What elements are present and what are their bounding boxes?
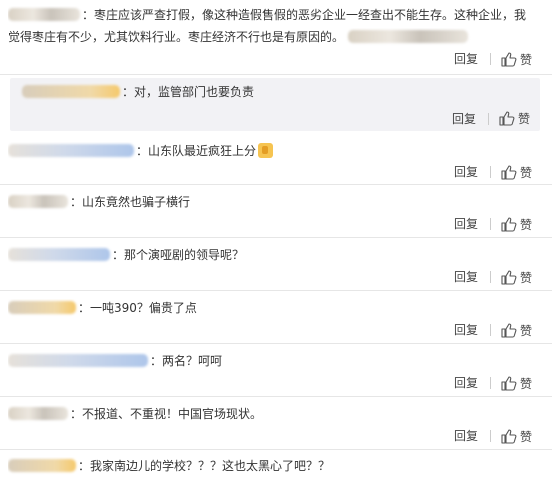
thumbs-up-icon — [501, 51, 517, 67]
like-button[interactable]: 赞 — [491, 269, 532, 286]
like-label: 赞 — [519, 323, 532, 338]
comment-item: ：两名？呵呵 回复 赞 — [0, 344, 552, 397]
reply-text: 对，监管部门也要负责 — [134, 85, 255, 99]
comment-item: ：我家南边儿的学校？？？这也太黑心了吧？？ — [0, 450, 552, 480]
like-button[interactable]: 赞 — [489, 110, 530, 127]
comment-text: 两名？呵呵 — [162, 354, 223, 368]
like-label: 赞 — [517, 112, 530, 126]
comment-text: 枣庄应该严查打假，像这种造假售假的恶劣企业一经查出不能生存。这种企业，我 — [94, 8, 527, 22]
reply-button[interactable]: 回复 — [454, 324, 491, 336]
blurred-username — [22, 85, 120, 98]
comment-item: ：一吨390？偏贵了点 回复 赞 — [0, 291, 552, 344]
blurred-username — [8, 144, 134, 157]
comment-line: ：我家南边儿的学校？？？这也太黑心了吧？？ — [8, 457, 532, 476]
comment-item: ：那个演哑剧的领导呢？ 回复 赞 — [0, 238, 552, 291]
like-button[interactable]: 赞 — [491, 375, 532, 392]
comment-text-continued: 觉得枣庄有不少，尤其饮料行业。枣庄经济不行也是有原因的。 — [8, 30, 345, 44]
comment-item: ：山东竟然也骗子横行 回复 赞 — [0, 185, 552, 238]
comment-actions: 回复 赞 — [454, 427, 532, 445]
blurred-username — [8, 301, 76, 314]
comment-line: ：不报道、不重视！中国官场现状。 — [8, 405, 532, 424]
comment-text: 山东竟然也骗子横行 — [82, 195, 191, 209]
like-label: 赞 — [519, 270, 532, 285]
thumbs-up-icon — [501, 428, 517, 444]
comment-text: 那个演哑剧的领导呢？ — [124, 248, 245, 262]
blurred-username — [8, 459, 76, 472]
comment-line: ：山东队最近疯狂上分 — [8, 142, 532, 161]
thumbs-up-emoji-icon — [258, 143, 274, 158]
reply-button[interactable]: 回复 — [452, 112, 489, 125]
comment-actions: 回复 赞 — [454, 163, 532, 181]
reply-button[interactable]: 回复 — [454, 377, 491, 389]
reply-button[interactable]: 回复 — [454, 218, 491, 230]
like-label: 赞 — [519, 429, 532, 444]
comment-item: ：不报道、不重视！中国官场现状。 回复 赞 — [0, 397, 552, 450]
like-label: 赞 — [519, 52, 532, 67]
like-label: 赞 — [519, 217, 532, 232]
reply-button[interactable]: 回复 — [454, 430, 491, 442]
comment-item: ：枣庄应该严查打假，像这种造假售假的恶劣企业一经查出不能生存。这种企业，我 觉得… — [0, 0, 552, 75]
comment-line: ：两名？呵呵 — [8, 352, 532, 371]
like-button[interactable]: 赞 — [491, 216, 532, 233]
thumbs-up-icon — [499, 111, 515, 126]
like-label: 赞 — [519, 376, 532, 391]
thumbs-up-icon — [501, 216, 517, 232]
reply-button[interactable]: 回复 — [454, 166, 491, 178]
like-label: 赞 — [519, 165, 532, 180]
comment-text: 山东队最近疯狂上分 — [148, 144, 257, 158]
comment-text: 一吨390？偏贵了点 — [90, 301, 197, 315]
comment-actions: 回复 赞 — [454, 268, 532, 286]
comment-actions: 回复 赞 — [454, 50, 532, 68]
nested-reply: ：对，监管部门也要负责 回复 赞 — [10, 78, 540, 131]
comment-line-2: 觉得枣庄有不少，尤其饮料行业。枣庄经济不行也是有原因的。 — [8, 28, 532, 47]
like-button[interactable]: 赞 — [491, 164, 532, 181]
comment-actions: 回复 赞 — [454, 374, 532, 392]
blurred-username — [8, 354, 148, 367]
comment-line: ：山东竟然也骗子横行 — [8, 193, 532, 212]
reply-button[interactable]: 回复 — [454, 271, 491, 283]
blurred-username — [8, 195, 68, 208]
blurred-username — [8, 8, 80, 21]
thumbs-up-icon — [501, 164, 517, 180]
comment-line-1: ：枣庄应该严查打假，像这种造假售假的恶劣企业一经查出不能生存。这种企业，我 — [8, 6, 532, 25]
comment-line: ：那个演哑剧的领导呢？ — [8, 246, 532, 265]
comment-text: 不报道、不重视！中国官场现状。 — [82, 407, 263, 421]
blurred-username — [8, 248, 110, 261]
like-button[interactable]: 赞 — [491, 428, 532, 445]
comment-line: ：一吨390？偏贵了点 — [8, 299, 532, 318]
comment-text: 我家南边儿的学校？？？这也太黑心了吧？？ — [90, 459, 331, 473]
comment-actions: 回复 赞 — [454, 321, 532, 339]
thumbs-up-icon — [501, 322, 517, 338]
reply-button[interactable]: 回复 — [454, 53, 491, 65]
reply-actions: 回复 赞 — [452, 110, 530, 127]
thumbs-up-icon — [501, 375, 517, 391]
comment-actions: 回复 赞 — [454, 215, 532, 233]
blurred-suffix — [348, 30, 469, 43]
comment-item: ：山东队最近疯狂上分 回复 赞 — [0, 132, 552, 185]
like-button[interactable]: 赞 — [491, 51, 532, 68]
thumbs-up-icon — [501, 269, 517, 285]
nested-reply-line: ：对，监管部门也要负责 — [22, 83, 254, 102]
like-button[interactable]: 赞 — [491, 322, 532, 339]
blurred-username — [8, 407, 68, 420]
